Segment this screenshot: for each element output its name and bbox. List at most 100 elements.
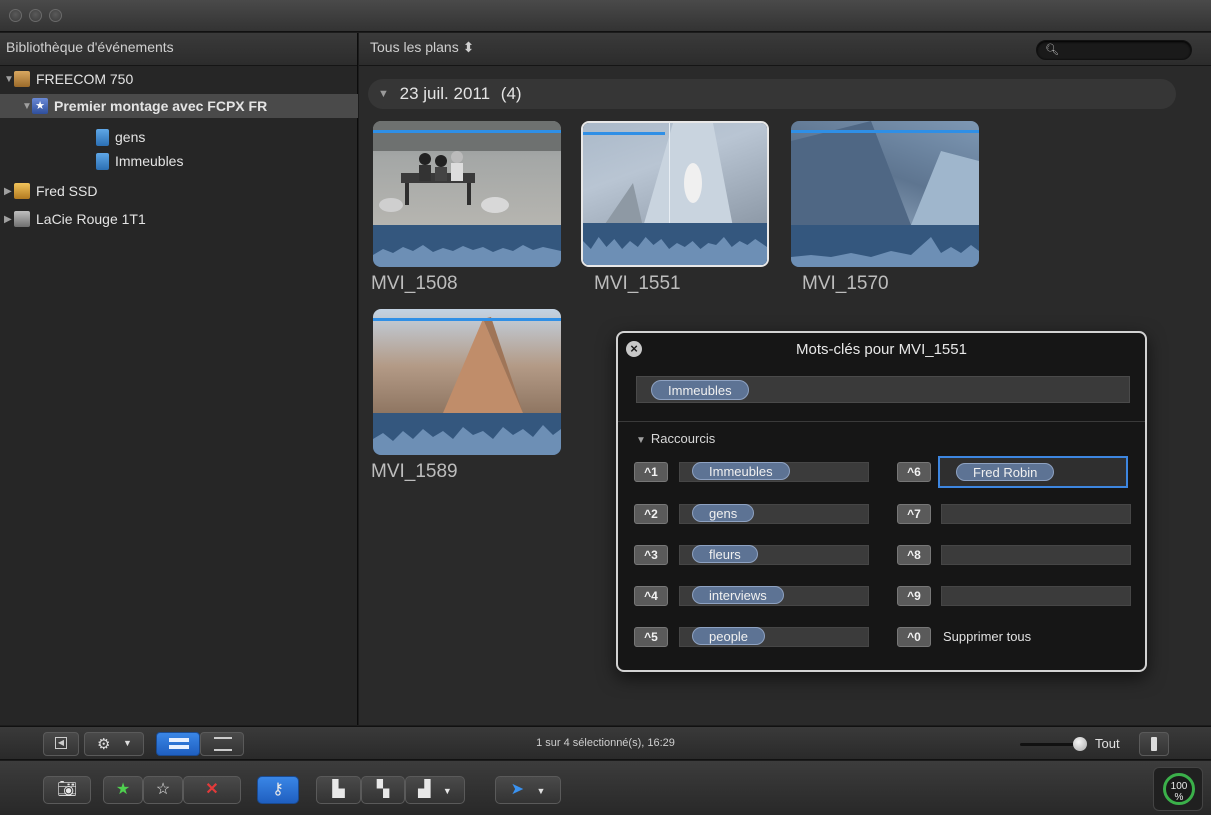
keyword-token: gens [692,504,755,522]
tower-scene-graphic [443,317,523,413]
shortcuts-section-label: Raccourcis [650,431,716,446]
clip-thumbnail[interactable] [373,309,561,455]
zoom-window-button[interactable] [49,9,62,22]
close-window-button[interactable] [9,9,22,22]
insert-clip-icon: ▚ [376,781,390,798]
zoom-all-label: Tout [1095,736,1120,751]
clip-thumbnail[interactable] [373,121,561,267]
shortcut-slot-3[interactable]: fleurs [679,545,869,565]
select-arrow-icon: ➤ [510,781,525,798]
library-item-lacie-rouge[interactable]: ▶ LaCie Rouge 1T1 [4,207,146,231]
date-group-header[interactable]: ▼ 23 juil. 2011 (4) [368,79,1176,109]
append-clip-button[interactable]: ▟ ▼ [405,776,465,804]
bench-scene-graphic [373,121,561,213]
tower-scene-graphic [791,121,979,225]
clip-thumbnail[interactable] [791,121,979,267]
clip-keyword-bar [373,130,561,133]
keyword-collection-icon [96,128,109,146]
search-field[interactable]: 🔍︎ [1036,40,1192,60]
window-titlebar [0,0,1211,32]
keyword-collection-icon [96,152,109,170]
keyword-editor-hud: × Mots-clés pour MVI_1551 Immeubles ▼ Rac… [616,331,1147,672]
browser-header: Tous les plans ⬍ 🔍︎ [359,33,1211,66]
clip-keyword-bar [583,132,665,135]
shortcut-slot-7[interactable] [941,504,1131,524]
shortcut-key-2: ^2 [634,504,668,524]
library-item-freecom-750[interactable]: ▼ FREECOM 750 [4,67,133,91]
clip-name[interactable]: MVI_1570 [802,273,889,295]
library-item-label: FREECOM 750 [36,71,134,87]
clip-zoom-slider[interactable] [1020,743,1080,746]
clip-keyword-bar [791,130,979,133]
clip-zoom-slider-knob[interactable] [1073,737,1087,751]
date-group-count: (4) [500,84,522,103]
chevron-down-icon: ▼ [442,786,452,796]
date-group-label: 23 juil. 2011 [399,84,491,103]
clip-name[interactable]: MVI_1551 [594,273,681,295]
library-item-label: Immeubles [115,153,184,169]
drive-icon [14,183,30,199]
shortcut-slot-2[interactable]: gens [679,504,869,524]
disclosure-closed-icon[interactable]: ▶ [4,214,14,225]
shortcut-key-3: ^3 [634,545,668,565]
minimize-window-button[interactable] [29,9,42,22]
disclosure-open-icon[interactable]: ▼ [378,88,389,100]
shortcut-key-8: ^8 [897,545,931,565]
progress-indicator: 100 % [1163,773,1195,805]
shortcuts-section-header[interactable]: ▼ Raccourcis [636,431,715,446]
clip-name[interactable]: MVI_1508 [371,273,458,295]
clip-filmstrip-image [583,123,767,227]
library-item-gens[interactable]: gens [96,125,145,149]
clip-filmstrip-image [373,309,561,413]
keyword-token: fleurs [692,545,758,563]
connect-clip-button[interactable]: ▙ [316,776,361,804]
connect-clip-icon: ▙ [332,781,345,798]
clip-name[interactable]: MVI_1589 [371,461,458,483]
keyword-input-field[interactable]: Immeubles [636,376,1130,403]
shortcut-slot-1[interactable]: Immeubles [679,462,869,482]
clip-thumbnail-selected[interactable] [581,121,769,267]
shortcut-slot-6-active[interactable]: Fred Robin [938,456,1128,488]
clip-filter-popup[interactable]: Tous les plans ⬍ [370,39,474,55]
disclosure-closed-icon[interactable]: ▶ [4,186,14,197]
clip-filmstrip-image [373,121,561,225]
background-tasks-button[interactable]: 100 % [1153,767,1203,811]
disclosure-open-icon[interactable]: ▼ [4,74,14,85]
clip-appearance-button[interactable] [1139,732,1169,756]
keyword-token[interactable]: Immeubles [651,380,749,400]
tower-scene-graphic [603,123,733,227]
drive-icon [14,71,30,87]
shortcut-slot-9[interactable] [941,586,1131,606]
append-clip-icon: ▟ [418,781,431,798]
disclosure-open-icon[interactable]: ▼ [22,101,32,112]
library-item-label: LaCie Rouge 1T1 [36,211,146,227]
remove-all-keywords[interactable]: Supprimer tous [943,629,1031,644]
main-toolbar: 📷︎ ★ ☆ ✕ ⚷ ▙ ▚ ▟ ▼ ➤ ▼ [0,761,1211,815]
import-button[interactable]: 📷︎ [43,776,91,804]
library-item-immeubles[interactable]: Immeubles [96,149,183,173]
keyword-token: interviews [692,586,784,604]
insert-clip-button[interactable]: ▚ [361,776,405,804]
clip-height-icon [1151,737,1157,751]
audio-waveform [373,225,561,267]
favorite-button[interactable]: ★ [103,776,143,804]
shortcut-key-1: ^1 [634,462,668,482]
audio-waveform [373,413,561,455]
shortcut-slot-4[interactable]: interviews [679,586,869,606]
unrate-star-icon: ☆ [155,781,171,798]
reject-x-icon: ✕ [205,781,219,798]
shortcut-slot-8[interactable] [941,545,1131,565]
reject-button[interactable]: ✕ [183,776,241,804]
favorite-star-icon: ★ [115,781,131,798]
status-bar: ◀ ⚙ ▼ 1 sur 4 sélectionné(s), 16:29 Tout [0,726,1211,760]
event-library-header: Bibliothèque d'événements [0,33,357,66]
shortcut-key-5: ^5 [634,627,668,647]
shortcut-slot-5[interactable]: people [679,627,869,647]
select-tool-button[interactable]: ➤ ▼ [495,776,561,804]
drive-icon [14,211,30,227]
keyword-editor-button[interactable]: ⚷ [257,776,299,804]
library-item-fred-ssd[interactable]: ▶ Fred SSD [4,179,97,203]
unrate-button[interactable]: ☆ [143,776,183,804]
library-item-premier-montage[interactable]: ▼ ★ Premier montage avec FCPX FR [0,94,358,118]
disclosure-open-icon[interactable]: ▼ [636,435,646,446]
